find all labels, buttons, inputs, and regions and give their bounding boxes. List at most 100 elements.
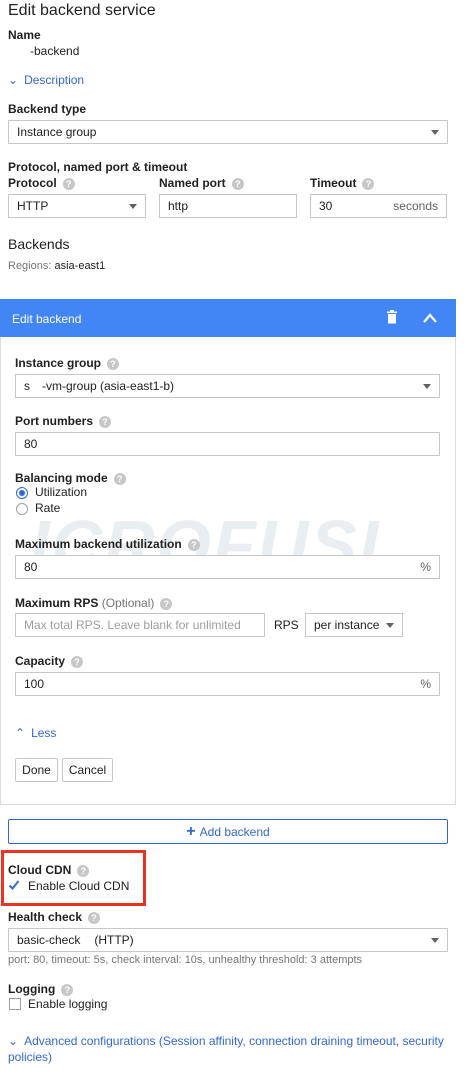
named-port-label-wrap: Named port? <box>159 176 244 190</box>
max-util-value: 80 <box>24 560 38 574</box>
instance-group-label-wrap: Instance group? <box>15 356 120 370</box>
max-util-label: Maximum backend utilization <box>15 537 182 551</box>
enable-logging-label: Enable logging <box>28 997 108 1011</box>
backend-type-value: Instance group <box>17 125 97 139</box>
checkmark-icon <box>8 880 20 890</box>
help-icon[interactable]: ? <box>88 911 101 924</box>
dropdown-caret-icon <box>423 384 431 389</box>
help-icon[interactable]: ? <box>187 538 200 551</box>
edit-backend-title: Edit backend <box>12 312 82 326</box>
description-toggle[interactable]: ⌄ Description <box>8 73 84 87</box>
health-check-label-wrap: Health check? <box>8 910 101 924</box>
max-rps-placeholder: Max total RPS. Leave blank for unlimited <box>24 618 241 632</box>
chevron-down-icon: ⌄ <box>8 73 19 87</box>
help-icon[interactable]: ? <box>62 177 75 190</box>
utilization-label: Utilization <box>35 485 88 499</box>
plus-icon: + <box>186 822 196 840</box>
done-button[interactable]: Done <box>15 758 58 782</box>
instance-group-value: -vm-group (asia-east1-b) <box>42 379 175 393</box>
less-link-text: Less <box>31 726 57 740</box>
percent-suffix: % <box>420 677 431 691</box>
help-icon[interactable]: ? <box>71 655 84 668</box>
chevron-up-icon[interactable] <box>422 312 438 324</box>
logging-label: Logging <box>8 982 56 996</box>
help-icon[interactable]: ? <box>231 177 244 190</box>
name-label: Name <box>8 28 41 42</box>
dropdown-caret-icon <box>431 130 439 135</box>
health-check-label: Health check <box>8 910 83 924</box>
cloud-cdn-highlight-box <box>1 850 146 906</box>
timeout-label: Timeout <box>310 176 357 190</box>
edit-backend-header: Edit backend <box>0 299 456 337</box>
help-icon[interactable]: ? <box>113 472 126 485</box>
port-numbers-input[interactable]: 80 <box>15 432 440 456</box>
rps-scope-value: per instance <box>314 618 380 632</box>
help-icon[interactable]: ? <box>160 597 173 610</box>
backend-type-select[interactable]: Instance group <box>8 120 448 144</box>
timeout-label-wrap: Timeout? <box>310 176 375 190</box>
regions-label: Regions: <box>8 260 52 272</box>
port-numbers-label: Port numbers <box>15 414 94 428</box>
instance-group-label: Instance group <box>15 356 102 370</box>
rate-label: Rate <box>35 501 61 515</box>
timeout-input[interactable]: 30 seconds <box>310 194 447 218</box>
protocol-label: Protocol <box>8 176 57 190</box>
cloud-cdn-label-wrap: Cloud CDN? <box>8 863 90 877</box>
cloud-cdn-label: Cloud CDN <box>8 863 72 877</box>
help-icon[interactable]: ? <box>61 983 74 996</box>
protocol-section-heading: Protocol, named port & timeout <box>8 160 188 174</box>
health-check-select[interactable]: basic-check (HTTP) <box>8 928 448 952</box>
help-icon[interactable]: ? <box>107 357 120 370</box>
capacity-input[interactable]: 100 % <box>15 672 440 696</box>
capacity-label-wrap: Capacity? <box>15 654 84 668</box>
rps-unit-label: RPS <box>274 618 299 632</box>
port-numbers-value: 80 <box>24 437 38 451</box>
enable-cdn-label: Enable Cloud CDN <box>28 879 130 893</box>
advanced-config-toggle[interactable]: ⌄ Advanced configurations (Session affini… <box>8 1033 458 1065</box>
help-icon[interactable]: ? <box>362 177 375 190</box>
protocol-value: HTTP <box>17 199 49 213</box>
trash-icon[interactable] <box>386 310 398 324</box>
instance-group-select[interactable]: s -vm-group (asia-east1-b) <box>15 374 440 398</box>
balancing-mode-label-wrap: Balancing mode? <box>15 471 126 485</box>
max-rps-input[interactable]: Max total RPS. Leave blank for unlimited <box>15 613 265 637</box>
named-port-input[interactable]: http <box>159 194 297 218</box>
dropdown-caret-icon <box>386 623 394 628</box>
help-icon[interactable]: ? <box>77 864 90 877</box>
max-util-input[interactable]: 80 % <box>15 555 440 579</box>
dropdown-caret-icon <box>431 938 439 943</box>
health-check-details: port: 80, timeout: 5s, check interval: 1… <box>8 954 363 966</box>
logging-label-wrap: Logging? <box>8 982 74 996</box>
chevron-down-icon: ⌄ <box>8 1034 19 1048</box>
balancing-mode-label: Balancing mode <box>15 471 108 485</box>
cancel-button[interactable]: Cancel <box>62 758 113 782</box>
capacity-label: Capacity <box>15 654 66 668</box>
max-rps-label: Maximum RPS <box>15 596 99 610</box>
percent-suffix: % <box>420 560 431 574</box>
health-check-value: basic-check <box>17 933 81 947</box>
backends-heading: Backends <box>8 236 70 252</box>
radio-utilization[interactable] <box>16 487 28 499</box>
dropdown-caret-icon <box>129 204 137 209</box>
max-rps-optional: (Optional) <box>101 596 155 610</box>
health-check-suffix: (HTTP) <box>94 933 134 947</box>
help-icon[interactable]: ? <box>99 415 112 428</box>
radio-rate[interactable] <box>16 503 28 515</box>
name-value: -backend <box>30 44 80 58</box>
backend-type-label: Backend type <box>8 102 87 116</box>
chevron-up-icon: ⌃ <box>15 726 26 740</box>
enable-cdn-checkbox[interactable] <box>8 879 20 891</box>
protocol-label-wrap: Protocol? <box>8 176 75 190</box>
regions-line: Regions: asia-east1 <box>8 260 105 272</box>
advanced-config-text: Advanced configurations (Session affinit… <box>8 1034 444 1064</box>
instance-group-prefix: s <box>24 379 30 393</box>
enable-logging-checkbox[interactable] <box>9 998 21 1010</box>
protocol-select[interactable]: HTTP <box>8 194 146 218</box>
capacity-value: 100 <box>24 677 45 691</box>
less-toggle[interactable]: ⌃ Less <box>15 726 56 740</box>
max-rps-label-wrap: Maximum RPS (Optional)? <box>15 596 173 610</box>
rps-scope-select[interactable]: per instance <box>305 613 403 637</box>
add-backend-button[interactable]: + Add backend <box>8 819 448 844</box>
port-numbers-label-wrap: Port numbers? <box>15 414 112 428</box>
description-link-text: Description <box>24 73 85 87</box>
